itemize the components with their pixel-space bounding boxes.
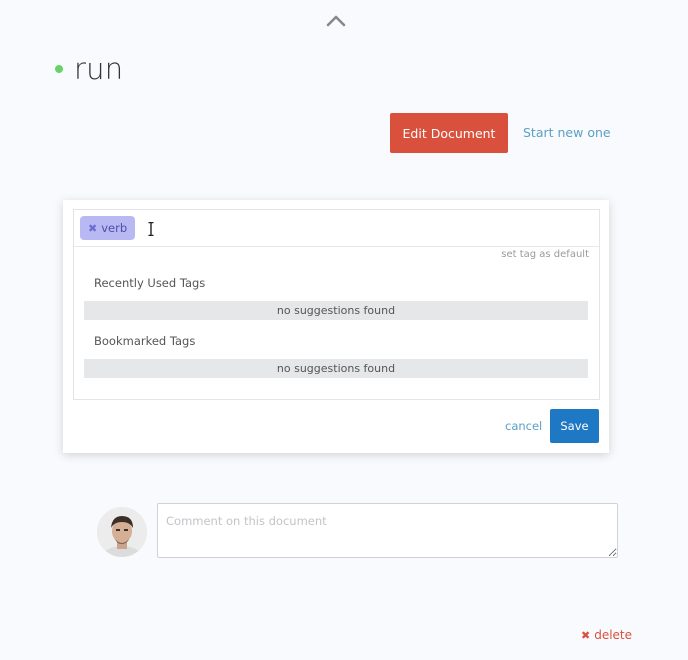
delete-icon: ✖ (581, 628, 591, 642)
remove-tag-icon[interactable]: ✖ (88, 222, 97, 235)
start-new-link[interactable]: Start new one (523, 125, 611, 140)
bookmarked-tags-heading: Bookmarked Tags (94, 334, 196, 348)
chevron-up-icon[interactable] (325, 14, 347, 28)
tag-chip-label: verb (101, 221, 128, 235)
tag-editor-panel: ✖ verb set tag as default Recently Used … (63, 200, 609, 453)
set-default-link[interactable]: set tag as default (501, 249, 589, 260)
tag-chip-verb[interactable]: ✖ verb (80, 216, 136, 240)
document-header: run (55, 52, 123, 86)
document-title: run (74, 52, 124, 86)
recent-tags-empty: no suggestions found (84, 301, 588, 320)
text-cursor-icon (148, 222, 154, 236)
tag-input[interactable]: ✖ verb (74, 210, 599, 247)
tag-editor-box: ✖ verb set tag as default Recently Used … (73, 209, 600, 400)
delete-link[interactable]: ✖ delete (581, 628, 632, 642)
save-button[interactable]: Save (550, 409, 599, 443)
cancel-link[interactable]: cancel (505, 419, 542, 433)
comment-input[interactable] (157, 503, 618, 558)
recent-tags-heading: Recently Used Tags (94, 276, 206, 290)
edit-document-button[interactable]: Edit Document (390, 113, 508, 153)
avatar (97, 507, 147, 557)
delete-label: delete (594, 628, 633, 642)
bookmarked-tags-empty: no suggestions found (84, 359, 588, 378)
user-portrait-icon (97, 507, 147, 557)
status-dot (55, 65, 63, 73)
